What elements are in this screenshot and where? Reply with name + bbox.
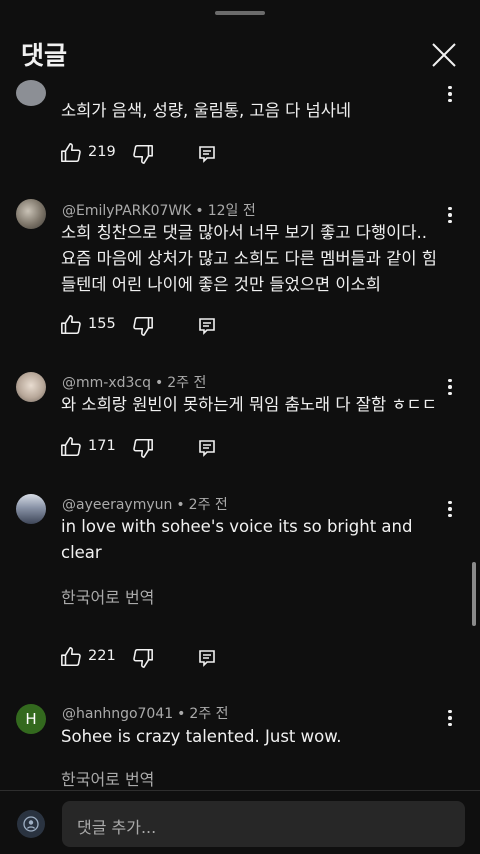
avatar-letter: H (25, 710, 37, 728)
comment-meta: @ayeeraymyun • 2주 전 (62, 497, 228, 513)
like-icon[interactable] (60, 646, 82, 668)
comment-actions: 219 (60, 142, 260, 166)
like-icon[interactable] (60, 142, 82, 164)
comment-author[interactable]: @EmilyPARK07WK (62, 203, 191, 219)
dislike-icon[interactable] (132, 437, 154, 459)
comment-meta: @mm-xd3cq • 2주 전 (62, 375, 207, 391)
comments-header: 댓글 (0, 0, 480, 80)
comment-text-line: in love with sohee's voice its so bright… (61, 517, 413, 536)
like-count: 171 (88, 438, 116, 454)
avatar[interactable]: H (16, 704, 46, 734)
avatar[interactable] (16, 494, 46, 524)
avatar[interactable] (16, 80, 46, 106)
comment-meta: @EmilyPARK07WK • 12일 전 (62, 203, 256, 219)
avatar[interactable] (16, 372, 46, 402)
comment-time: 12일 전 (207, 203, 256, 219)
comment-text-line: clear (61, 543, 102, 562)
like-count: 221 (88, 648, 116, 664)
comment-text: 소희 칭찬으로 댓글 많아서 너무 보기 좋고 다행이다.. 요즘 마음에 상처… (61, 220, 446, 298)
comment-text: 소희가 음색, 성량, 울림통, 고음 다 넘사네 (61, 101, 352, 120)
dislike-icon[interactable] (132, 315, 154, 337)
comment-time: 2주 전 (167, 375, 207, 391)
comment-text-line: 요즘 마음에 상처가 많고 소희도 다른 멤버들과 같이 힘 (61, 249, 437, 268)
scrollbar[interactable] (472, 562, 476, 626)
like-icon[interactable] (60, 314, 82, 336)
comment-actions: 171 (60, 436, 260, 460)
reply-icon[interactable] (198, 317, 216, 335)
comment-list[interactable]: 소희가 음색, 성량, 울림통, 고음 다 넘사네 219 @EmilyPARK… (0, 80, 480, 790)
translate-link[interactable]: 한국어로 번역 (61, 766, 154, 790)
comment-time: 2주 전 (188, 497, 228, 513)
comment-text: Sohee is crazy talented. Just wow. (61, 727, 342, 746)
reply-icon[interactable] (198, 145, 216, 163)
comment-actions: 221 (60, 646, 260, 670)
comment-actions: 155 (60, 314, 260, 338)
comment-text-line: 소희 칭찬으로 댓글 많아서 너무 보기 좋고 다행이다.. (61, 223, 427, 242)
user-icon (23, 816, 39, 832)
comment-author[interactable]: @mm-xd3cq (62, 375, 151, 391)
comment-text: 와 소희랑 원빈이 못하는게 뭐임 춤노래 다 잘함 ㅎㄷㄷ (61, 395, 437, 414)
comment-meta: @hanhngo7041 • 2주 전 (62, 706, 229, 722)
dislike-icon[interactable] (132, 143, 154, 165)
comment-text: in love with sohee's voice its so bright… (61, 514, 446, 566)
comment-input-placeholder: 댓글 추가... (77, 818, 157, 837)
comment-input[interactable]: 댓글 추가... (62, 801, 465, 847)
dislike-icon[interactable] (132, 647, 154, 669)
comment-text-line: 들텐데 어린 나이에 좋은 것만 들었으면 이소희 (61, 275, 381, 294)
comment-author[interactable]: @ayeeraymyun (62, 497, 172, 513)
comment-author[interactable]: @hanhngo7041 (62, 706, 173, 722)
reply-icon[interactable] (198, 439, 216, 457)
avatar[interactable] (16, 199, 46, 229)
comment-time: 2주 전 (189, 706, 229, 722)
page-title: 댓글 (21, 41, 68, 70)
reply-icon[interactable] (198, 649, 216, 667)
like-count: 155 (88, 316, 116, 332)
comment-composer: 댓글 추가... (0, 790, 480, 854)
avatar (17, 810, 45, 838)
like-count: 219 (88, 144, 116, 160)
like-icon[interactable] (60, 436, 82, 458)
translate-link[interactable]: 한국어로 번역 (61, 584, 154, 608)
close-icon[interactable] (431, 42, 457, 68)
